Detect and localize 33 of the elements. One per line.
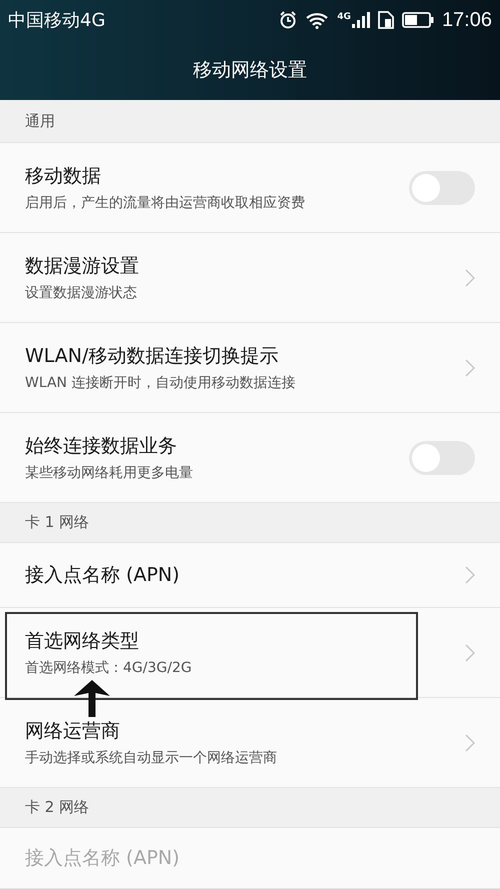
chevron-right-icon: [465, 268, 475, 286]
chevron-right-icon: [465, 734, 475, 752]
setting-description: 首选网络模式：4G/3G/2G: [25, 658, 192, 676]
setting-title[interactable]: 数据漫游设置: [25, 254, 139, 278]
sim-card-icon: [378, 11, 394, 29]
toggle-switch[interactable]: [409, 170, 475, 204]
setting-title[interactable]: 网络运营商: [25, 718, 277, 742]
setting-description: 设置数据漫游状态: [25, 284, 138, 302]
section-header: 卡 2 网络: [25, 797, 90, 818]
section-header: 卡 1 网络: [25, 512, 90, 534]
battery-icon: [402, 12, 434, 28]
setting-title[interactable]: WLAN/移动数据连接切换提示: [25, 344, 296, 368]
page-title: 移动网络设置: [193, 58, 307, 83]
carrier-name: 中国移动4G: [8, 8, 106, 32]
setting-description: 启用后，产生的流量将由运营商收取相应资费: [25, 194, 305, 212]
wifi-icon: [305, 11, 330, 29]
setting-title[interactable]: 首选网络类型: [25, 628, 192, 652]
setting-title[interactable]: 移动数据: [25, 164, 305, 188]
setting-title[interactable]: 接入点名称 (APN): [25, 563, 180, 587]
toggle-switch[interactable]: [409, 440, 475, 474]
setting-description: 某些移动网络耗用更多电量: [25, 464, 193, 482]
setting-description: WLAN 连接断开时，自动使用移动数据连接: [25, 374, 296, 392]
chevron-right-icon: [465, 644, 475, 662]
alarm-icon: [279, 11, 298, 29]
chevron-right-icon: [465, 358, 475, 376]
setting-title[interactable]: 始终连接数据业务: [25, 434, 193, 458]
chevron-right-icon: [465, 566, 475, 584]
setting-description: 手动选择或系统自动显示一个网络运营商: [25, 748, 277, 766]
signal-icon: [352, 12, 370, 28]
network-type-label: 4G: [337, 12, 351, 22]
annotation-arrow: [74, 680, 110, 717]
section-header: 通用: [25, 110, 55, 132]
clock-time: 17:06: [442, 8, 492, 33]
